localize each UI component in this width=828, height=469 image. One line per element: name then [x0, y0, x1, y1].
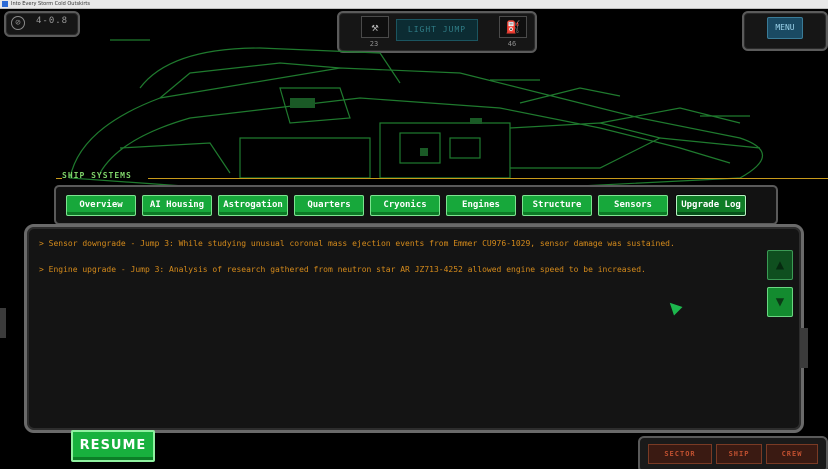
- frame-bracket: [0, 308, 6, 338]
- bottom-nav-panel: SECTOR SHIP CREW: [638, 436, 828, 469]
- tab-overview[interactable]: Overview: [66, 195, 136, 216]
- frame-bracket: [800, 328, 808, 368]
- tab-ai-housing[interactable]: AI Housing: [142, 195, 212, 216]
- tab-quarters[interactable]: Quarters: [294, 195, 364, 216]
- tab-upgrade-log[interactable]: Upgrade Log: [676, 195, 746, 216]
- ship-systems-label: SHIP SYSTEMS: [62, 171, 132, 180]
- scroll-down-button[interactable]: ▼: [767, 287, 793, 317]
- ship-button[interactable]: SHIP: [716, 444, 762, 464]
- tab-sensors[interactable]: Sensors: [598, 195, 668, 216]
- settings-gear-icon[interactable]: ⊘: [11, 16, 25, 30]
- tab-structure[interactable]: Structure: [522, 195, 592, 216]
- log-entry: > Engine upgrade - Jump 3: Analysis of r…: [39, 265, 646, 274]
- log-entry: > Sensor downgrade - Jump 3: While study…: [39, 239, 675, 248]
- upgrade-log-panel: > Sensor downgrade - Jump 3: While study…: [24, 224, 804, 433]
- game-stage: ⊘ 4-0.8 ⚒ 23 LIGHT JUMP ⛽ 46 MENU SHIP S…: [0, 8, 828, 469]
- scroll-up-button[interactable]: ▲: [767, 250, 793, 280]
- ship-systems-tabbar: Overview AI Housing Astrogation Quarters…: [54, 185, 778, 225]
- ship-schematic: [69, 39, 763, 191]
- resume-button[interactable]: RESUME: [71, 430, 155, 462]
- sector-button[interactable]: SECTOR: [648, 444, 712, 464]
- tab-engines[interactable]: Engines: [446, 195, 516, 216]
- frame-line-right: [148, 178, 828, 179]
- tab-astrogation[interactable]: Astrogation: [218, 195, 288, 216]
- version-text: 4-0.8: [36, 16, 69, 26]
- window-title: Into Every Storm Cold Outskirts: [11, 1, 90, 7]
- crew-button[interactable]: CREW: [766, 444, 818, 464]
- app-icon: [2, 1, 8, 7]
- tab-cryonics[interactable]: Cryonics: [370, 195, 440, 216]
